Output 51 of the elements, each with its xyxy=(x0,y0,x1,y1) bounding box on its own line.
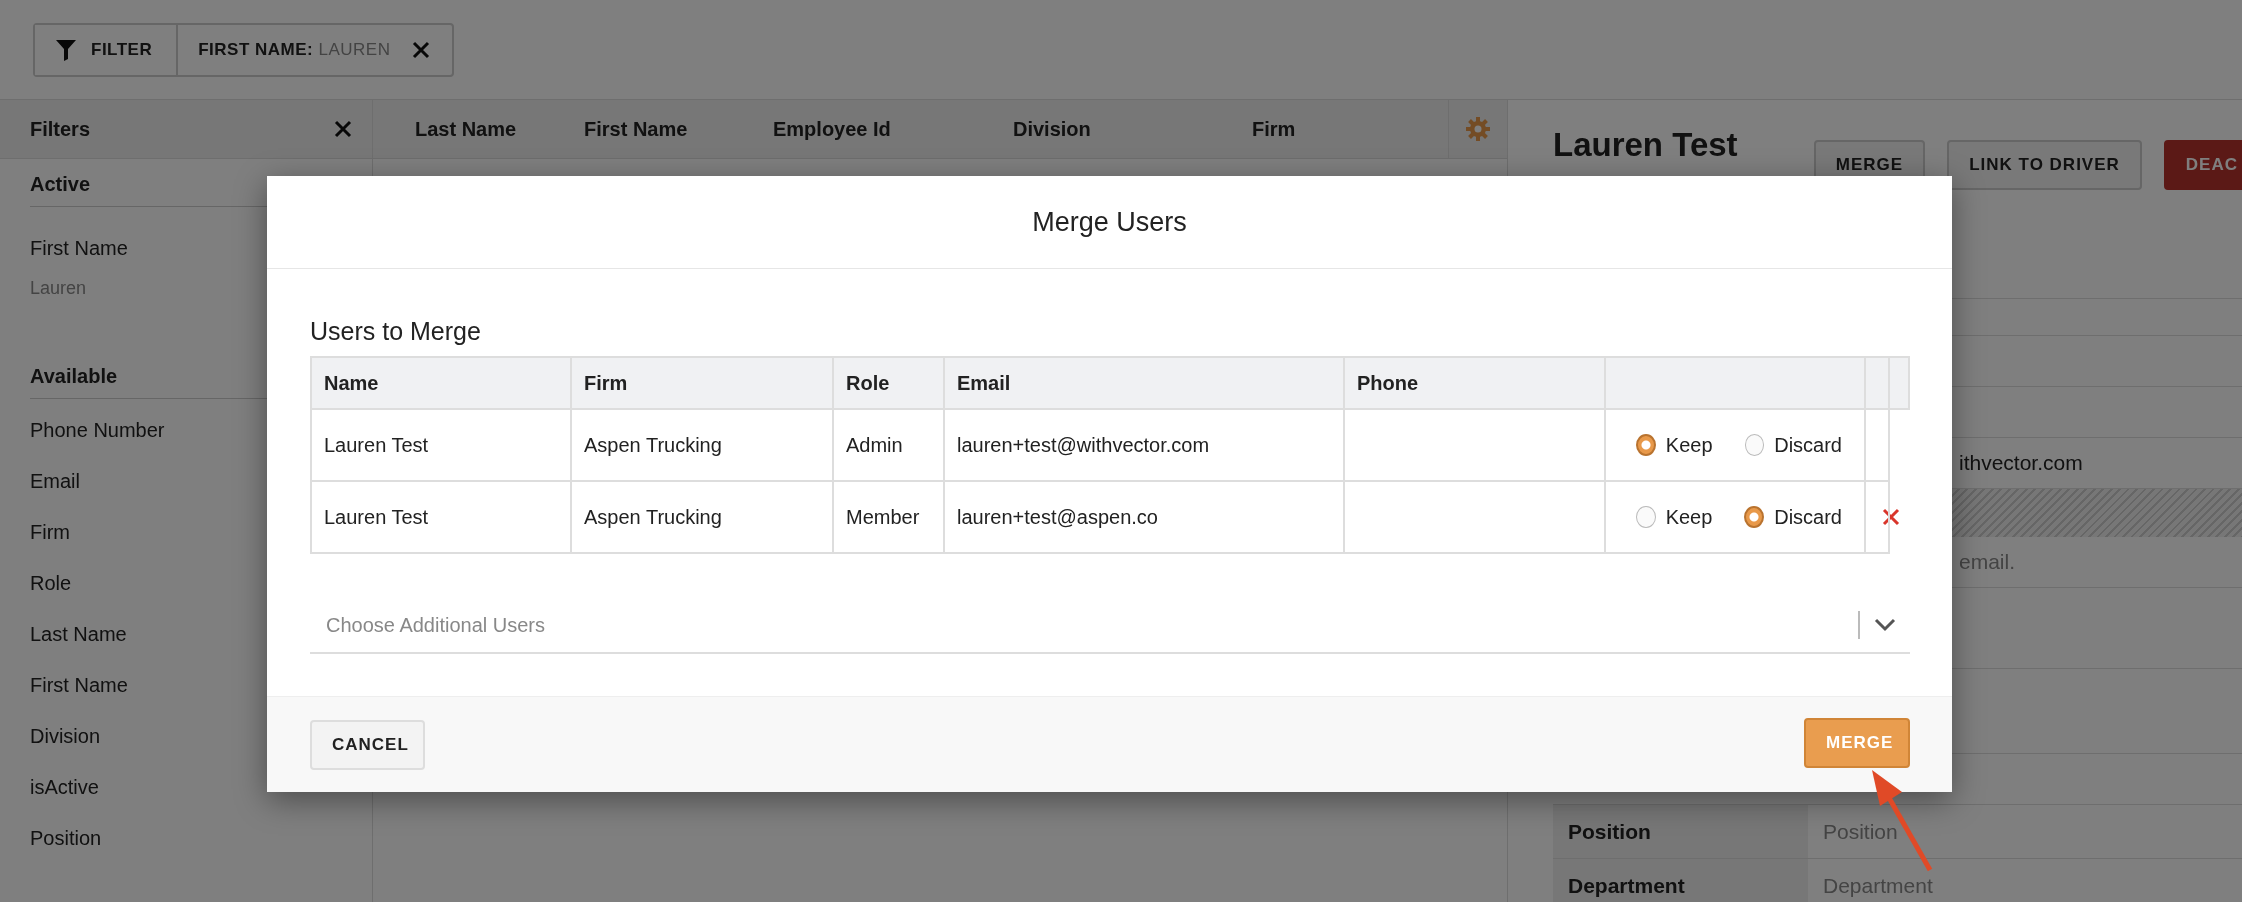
radio-button[interactable] xyxy=(1744,434,1765,456)
filter-value: Lauren xyxy=(30,278,88,299)
gear-icon[interactable] xyxy=(1465,116,1491,142)
column-header: Role xyxy=(832,356,943,410)
table-cell: lauren+test@aspen.co xyxy=(943,482,1343,554)
radio-button[interactable] xyxy=(1744,506,1765,528)
cancel-button[interactable]: CANCEL xyxy=(310,719,425,770)
column-header[interactable]: Last Name xyxy=(415,117,584,141)
table-cell: lauren+test@withvector.com xyxy=(943,410,1343,482)
chevron-down-icon[interactable] xyxy=(1874,618,1896,632)
column-header[interactable]: Employee Id xyxy=(773,117,1013,141)
section-title: Users to Merge xyxy=(310,317,482,346)
filter-icon xyxy=(55,37,77,62)
close-icon[interactable] xyxy=(334,120,352,138)
column-header[interactable]: First Name xyxy=(584,117,773,141)
field-label: Position xyxy=(1553,805,1808,858)
column-header[interactable]: Division xyxy=(1013,117,1252,141)
field-hint: email. xyxy=(1959,550,2016,574)
user-name-title: Lauren Test xyxy=(1553,126,1738,165)
filter-chip-label: FIRST NAME: LAUREN xyxy=(198,39,391,60)
dialog-title: Merge Users xyxy=(1032,206,1187,238)
action-button[interactable]: DEAC xyxy=(2163,140,2242,190)
email-value: ithvector.com xyxy=(1959,451,2083,475)
field-label: Department xyxy=(1553,859,1808,902)
sidebar-item[interactable]: Position xyxy=(30,827,372,850)
sidebar-title: Filters xyxy=(30,117,91,141)
remove-icon[interactable] xyxy=(1882,508,1900,526)
table-cell: Lauren Test xyxy=(310,482,570,554)
user-select-field[interactable]: Choose Additional Users xyxy=(310,598,1910,654)
column-header: Email xyxy=(943,356,1343,410)
table-cell: Aspen Trucking xyxy=(570,482,832,554)
table-cell xyxy=(1864,356,1888,410)
table-cell: Member xyxy=(832,482,943,554)
radio-label[interactable]: Discard xyxy=(1774,505,1842,529)
action-button[interactable]: LINK TO DRIVER xyxy=(1947,140,2142,190)
column-header: Name xyxy=(310,356,570,410)
radio-button[interactable] xyxy=(1636,434,1656,456)
radio-label[interactable]: Keep xyxy=(1665,433,1713,457)
table-cell: Aspen Trucking xyxy=(570,410,832,482)
column-header: Phone xyxy=(1343,356,1604,410)
close-icon[interactable] xyxy=(412,40,431,59)
filter-button[interactable]: FILTER xyxy=(35,24,179,75)
column-header: Firm xyxy=(570,356,832,410)
radio-label[interactable]: Keep xyxy=(1665,505,1713,529)
radio-button[interactable] xyxy=(1636,506,1656,528)
field-value: Department xyxy=(1822,873,1933,898)
radio-label[interactable]: Discard xyxy=(1774,433,1842,457)
table-cell: Lauren Test xyxy=(310,410,570,482)
table-cell: Admin xyxy=(832,410,943,482)
field-value: Position xyxy=(1822,819,1898,844)
column-header[interactable]: Firm xyxy=(1252,117,1432,141)
